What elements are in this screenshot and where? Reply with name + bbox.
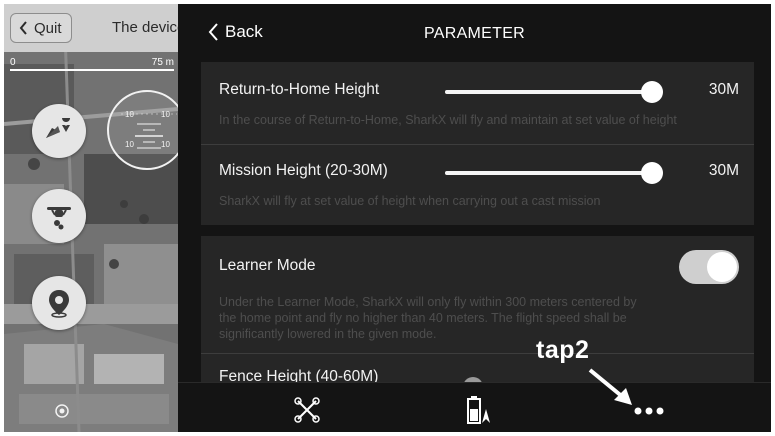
pitch-label: 10 <box>161 110 170 119</box>
learner-mode-card: Learner Mode Under the Learner Mode, Sha… <box>201 236 754 391</box>
bottom-toolbar <box>178 382 771 432</box>
drone-arms-icon[interactable] <box>292 397 322 423</box>
more-icon[interactable] <box>634 407 664 415</box>
scale-line <box>10 69 174 71</box>
pitch-label: 10 <box>125 140 134 149</box>
learner-mode-description-line: Under the Learner Mode, SharkX will only… <box>219 295 637 309</box>
page-title: PARAMETER <box>423 25 526 42</box>
slider-thumb[interactable] <box>641 81 664 103</box>
rth-height-title: Return-to-Home Height <box>219 81 380 98</box>
map-pin-button[interactable] <box>32 276 86 330</box>
learner-mode-title: Learner Mode <box>219 257 316 274</box>
device-title: The device <box>112 19 178 36</box>
map-panel[interactable]: Quit The device 0 75 m 10 10 10 10 <box>4 4 178 432</box>
map-scale-bar: 0 75 m <box>4 54 178 76</box>
mission-height-title: Mission Height (20-30M) <box>219 162 388 179</box>
tap-arrow-icon <box>588 368 632 405</box>
height-settings-card: Return-to-Home Height 30M In the course … <box>201 62 754 225</box>
learner-mode-description-line: the home point and fly no higher than 40… <box>219 311 627 325</box>
mission-height-value: 30M <box>708 162 739 179</box>
tap-annotation-label: tap2 <box>536 336 590 364</box>
mission-height-description: SharkX will fly at set value of height w… <box>219 194 601 208</box>
chevron-left-icon <box>19 21 27 35</box>
pitch-label: 10 <box>125 110 134 119</box>
quit-label: Quit <box>34 19 62 37</box>
learner-mode-toggle[interactable] <box>679 250 739 284</box>
locate-icon[interactable] <box>53 402 71 420</box>
scale-end-label: 75 m <box>151 57 174 68</box>
pitch-label: 10 <box>161 140 170 149</box>
attitude-indicator: 10 10 10 10 <box>107 90 178 170</box>
header: Back PARAMETER <box>178 4 771 62</box>
battery-icon[interactable] <box>466 395 492 425</box>
rth-height-description: In the course of Return-to-Home, SharkX … <box>219 113 677 127</box>
rth-height-slider[interactable] <box>445 81 664 103</box>
drone-icon <box>47 207 71 230</box>
send-location-icon <box>46 118 71 138</box>
scale-start-label: 0 <box>10 57 16 68</box>
drone-status-button[interactable] <box>32 189 86 243</box>
map-topbar: Quit The device <box>4 4 178 52</box>
toggle-knob <box>707 252 737 282</box>
divider <box>201 353 754 354</box>
quit-button[interactable]: Quit <box>10 13 72 43</box>
parameter-panel: Back PARAMETER Return-to-Home Height 30M… <box>178 4 771 432</box>
mission-height-slider[interactable] <box>445 162 664 184</box>
divider <box>201 144 754 145</box>
learner-mode-description-line: significantly lowered in the given mode. <box>219 327 437 341</box>
send-location-button[interactable] <box>32 104 86 158</box>
rth-height-value: 30M <box>708 81 739 98</box>
map-pin-icon <box>49 290 69 318</box>
slider-thumb[interactable] <box>641 162 664 184</box>
